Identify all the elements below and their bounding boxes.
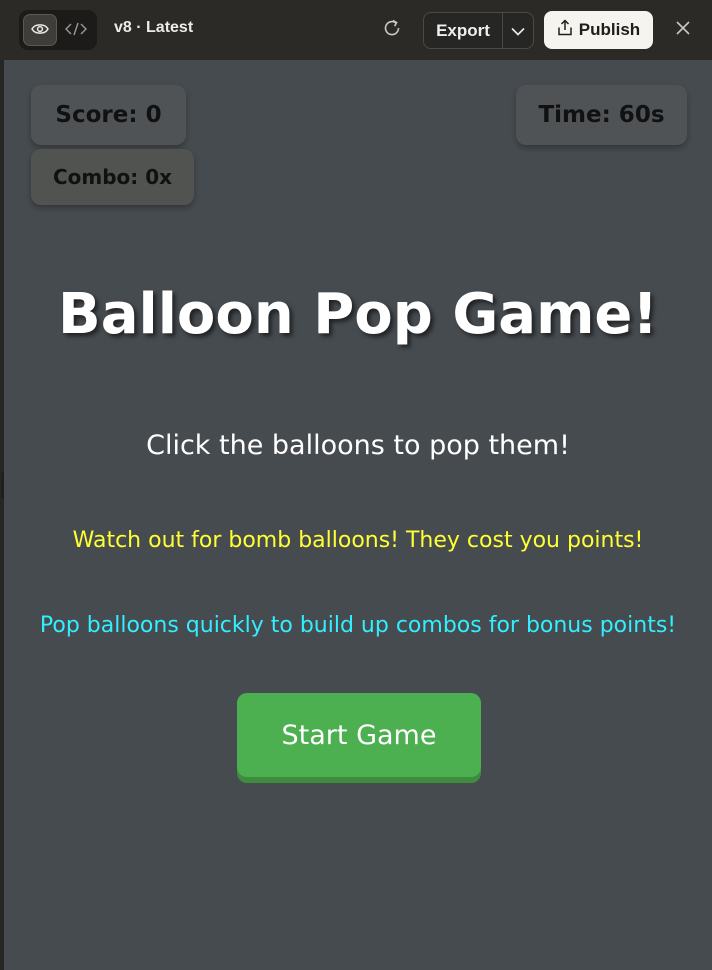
version-label: v8 · Latest: [114, 19, 194, 36]
preview-button[interactable]: [23, 14, 57, 46]
top-toolbar: v8 · Latest Export Publish: [0, 0, 712, 60]
time-display: Time: 60s: [516, 85, 687, 145]
close-button[interactable]: [672, 19, 694, 41]
view-toggle: [19, 10, 97, 50]
share-icon: [557, 19, 573, 41]
close-icon: [675, 20, 691, 40]
refresh-icon: [382, 18, 402, 42]
chevron-down-icon: [511, 21, 525, 40]
refresh-button[interactable]: [380, 18, 404, 42]
code-icon: [65, 21, 87, 40]
publish-label: Publish: [578, 20, 641, 39]
game-area: Score: 0 Time: 60s Combo: 0x Balloon Pop…: [4, 60, 712, 970]
instruction-main: Click the balloons to pop them!: [146, 430, 570, 461]
instruction-warning: Watch out for bomb balloons! They cost y…: [72, 528, 644, 553]
code-view-button[interactable]: [59, 14, 93, 46]
export-button[interactable]: Export: [424, 13, 502, 48]
start-game-button[interactable]: Start Game: [237, 693, 481, 777]
eye-icon: [31, 21, 49, 40]
publish-button[interactable]: Publish: [544, 11, 653, 49]
instruction-tip: Pop balloons quickly to build up combos …: [39, 613, 677, 638]
export-group: Export: [423, 12, 534, 49]
score-display: Score: 0: [31, 85, 186, 145]
game-title: Balloon Pop Game!: [58, 282, 658, 347]
combo-display: Combo: 0x: [31, 149, 194, 205]
export-menu-button[interactable]: [503, 13, 533, 48]
